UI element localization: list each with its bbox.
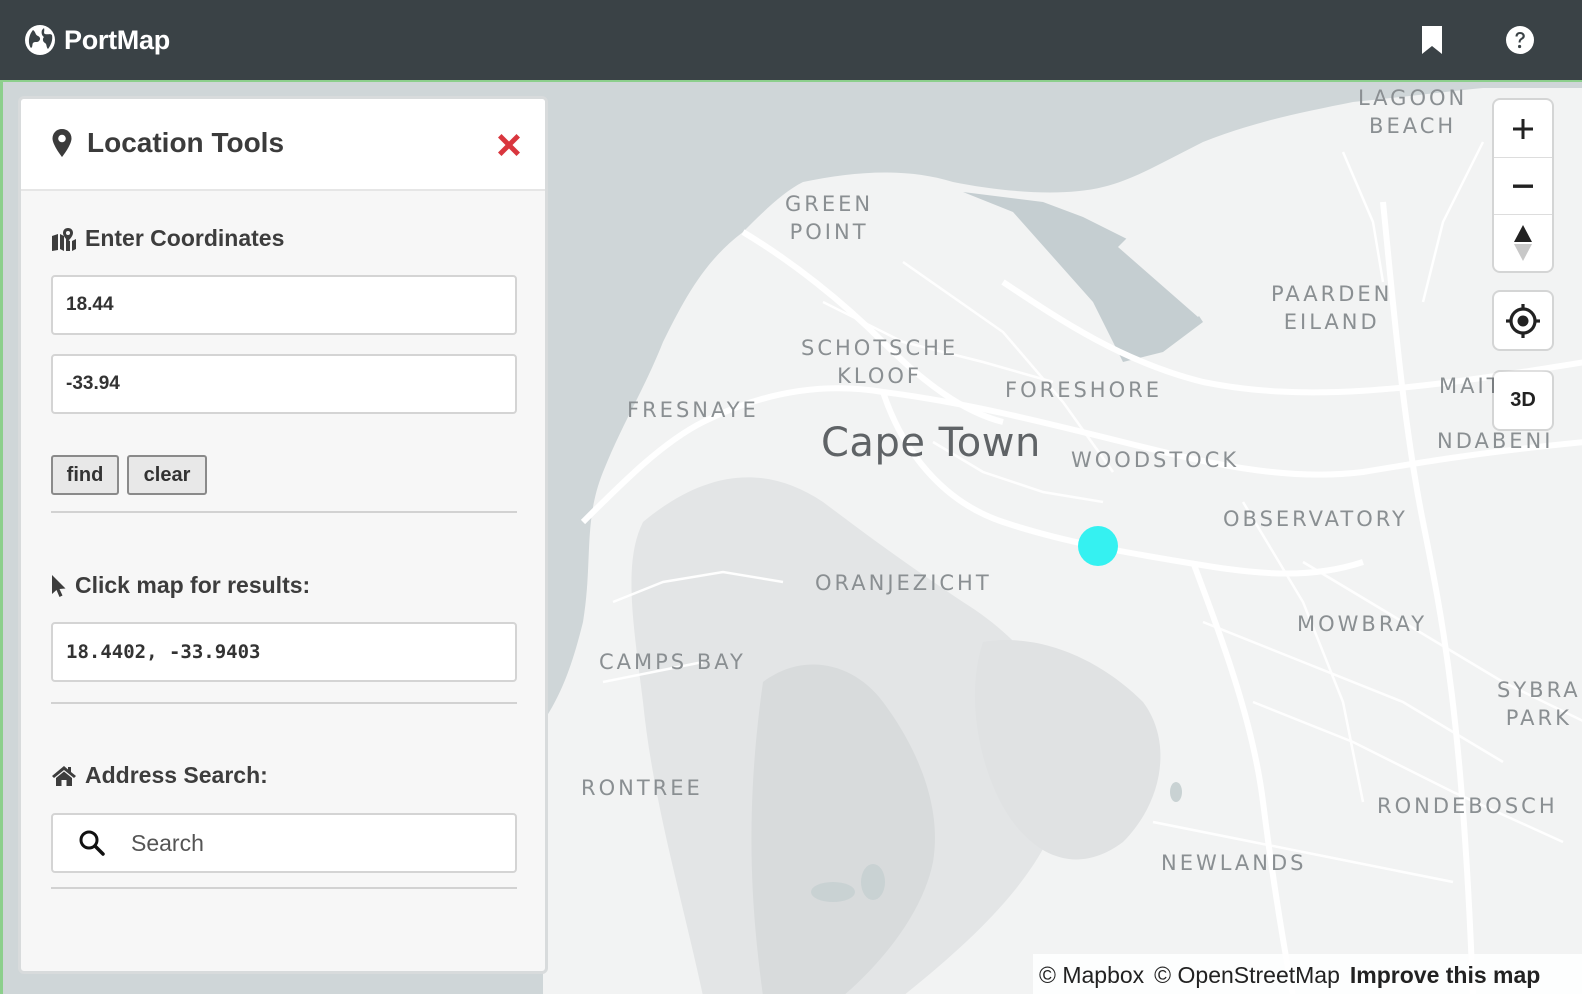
- panel-title-wrap: Location Tools: [51, 127, 284, 159]
- improve-map-link[interactable]: Improve this map: [1350, 962, 1540, 989]
- minus-icon: [1513, 184, 1533, 188]
- 3d-label: 3D: [1510, 389, 1536, 411]
- address-search-input[interactable]: [131, 829, 511, 857]
- cursor-icon: [52, 574, 66, 597]
- geolocate-control: [1494, 292, 1552, 349]
- home-icon: [52, 765, 76, 786]
- brand[interactable]: PortMap: [24, 22, 170, 58]
- help-button[interactable]: [1502, 22, 1538, 58]
- click-map-label: Click map for results:: [75, 572, 311, 598]
- map-label-foreshore: FORESHORE: [1005, 378, 1162, 402]
- address-search-heading: Address Search:: [51, 762, 268, 789]
- longitude-input[interactable]: 18.44: [51, 275, 517, 335]
- map-label-rontree: RONTREE: [581, 776, 703, 800]
- map-label-maitland: MAIT: [1439, 374, 1503, 398]
- enter-coordinates-heading: Enter Coordinates: [51, 225, 284, 252]
- close-icon[interactable]: [495, 131, 523, 159]
- address-search-box[interactable]: [51, 813, 517, 873]
- map-label-camps-bay: CAMPS BAY: [599, 650, 746, 674]
- divider: [51, 702, 517, 704]
- divider: [51, 887, 517, 889]
- help-icon: [1506, 26, 1534, 54]
- map-city-label: Cape Town: [821, 420, 1041, 466]
- panel-title: Location Tools: [87, 127, 285, 158]
- zoom-in-button[interactable]: [1494, 100, 1552, 157]
- location-tools-panel: Location Tools Enter Coordinates 18.44 -…: [18, 96, 548, 974]
- 3d-control: 3D: [1494, 372, 1552, 429]
- map-label-green-point: GREEN POINT: [785, 192, 874, 244]
- panel-header: Location Tools: [21, 99, 545, 191]
- 3d-toggle-button[interactable]: 3D: [1494, 372, 1552, 429]
- crosshair-icon: [1506, 303, 1540, 338]
- click-map-heading: Click map for results:: [51, 572, 310, 599]
- location-marker[interactable]: [1078, 526, 1118, 566]
- compass-button[interactable]: [1494, 214, 1552, 271]
- map-label-ndabeni: NDABENI: [1437, 429, 1554, 453]
- map-label-schotsche-kloof: SCHOTSCHE KLOOF: [801, 336, 959, 388]
- zoom-out-button[interactable]: [1494, 157, 1552, 214]
- map-label-lagoon-beach: LAGOON BEACH: [1358, 86, 1468, 138]
- map-label-fresnaye: FRESNAYE: [627, 398, 759, 422]
- bookmark-icon: [1422, 26, 1442, 54]
- attribution-mapbox[interactable]: © Mapbox: [1039, 962, 1144, 989]
- find-button[interactable]: find: [51, 455, 119, 495]
- map-label-paarden-eiland: PAARDEN EILAND: [1271, 282, 1393, 334]
- app-title: PortMap: [64, 24, 170, 55]
- map-marked-icon: [52, 227, 76, 251]
- attribution-osm[interactable]: © OpenStreetMap: [1154, 962, 1340, 989]
- geolocate-button[interactable]: [1494, 292, 1552, 349]
- clear-button[interactable]: clear: [127, 455, 207, 495]
- map-label-oranjezicht: ORANJEZICHT: [815, 571, 992, 595]
- plus-icon: [1513, 118, 1533, 139]
- globe-icon: [25, 25, 55, 55]
- click-result-field[interactable]: 18.4402, -33.9403: [51, 622, 517, 682]
- map-label-observatory: OBSERVATORY: [1223, 507, 1408, 531]
- address-search-label: Address Search:: [85, 762, 268, 788]
- latitude-input[interactable]: -33.94: [51, 354, 517, 414]
- map-label-sybrand-park: SYBRA PARK: [1497, 678, 1581, 730]
- map-label-woodstock: WOODSTOCK: [1071, 448, 1240, 472]
- compass-icon: [1514, 225, 1532, 261]
- top-bar: PortMap: [0, 0, 1582, 80]
- enter-coordinates-label: Enter Coordinates: [85, 225, 285, 251]
- map-label-mowbray: MOWBRAY: [1297, 612, 1428, 636]
- bookmark-button[interactable]: [1414, 22, 1450, 58]
- search-icon: [79, 830, 105, 856]
- divider: [51, 511, 517, 513]
- zoom-controls: [1494, 100, 1552, 271]
- map-label-newlands: NEWLANDS: [1161, 851, 1307, 875]
- map-label-rondebosch: RONDEBOSCH: [1377, 794, 1558, 818]
- map-pin-icon: [52, 129, 72, 157]
- map-attribution: © Mapbox © OpenStreetMap Improve this ma…: [1033, 954, 1582, 994]
